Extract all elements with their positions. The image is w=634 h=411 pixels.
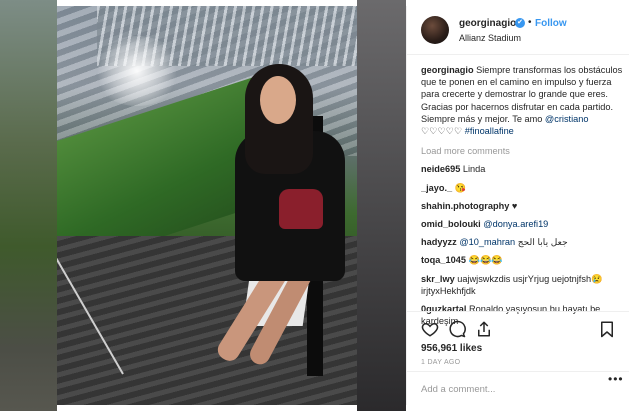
comment-text: 😘 <box>454 182 467 193</box>
bookmark-icon[interactable] <box>598 320 616 338</box>
background-blur-left <box>0 0 57 411</box>
verified-badge-icon: ✔ <box>515 18 525 28</box>
comment-username[interactable]: shahin.photography <box>421 201 509 211</box>
share-icon[interactable] <box>475 320 493 338</box>
comment-username[interactable]: omid_bolouki <box>421 219 481 229</box>
list-item: shahin.photography ♥ <box>421 200 625 212</box>
avatar[interactable] <box>421 16 449 44</box>
action-bar <box>407 311 629 341</box>
person-face <box>260 76 296 124</box>
list-item: skr_lwy uajwjswkzdis usjrYrjug uejotnjfs… <box>421 273 625 297</box>
caption-mention[interactable]: @cristiano <box>545 114 589 124</box>
comment-text: ♥ <box>511 200 518 211</box>
post-sidebar: georginagio ✔ • Follow Allianz Stadium g… <box>406 6 629 405</box>
handbag <box>279 189 323 229</box>
likes-count[interactable]: 956,961 likes <box>421 343 482 354</box>
comment-input[interactable]: Add a comment... <box>407 371 629 405</box>
comments-section: georginagio Siempre transformas los obst… <box>421 64 625 326</box>
comment-mention[interactable]: @donya.arefi19 <box>483 219 548 229</box>
load-more-comments-button[interactable]: Load more comments <box>421 145 625 157</box>
username[interactable]: georginagio <box>459 18 516 29</box>
comment-text: جعل يابا الحج <box>517 237 568 248</box>
caption-hearts: ♡♡♡♡♡ <box>421 126 463 137</box>
comment-username[interactable]: hadyyzz <box>421 237 457 247</box>
comment-icon[interactable] <box>448 320 466 338</box>
comment-username[interactable]: neide695 <box>421 164 460 174</box>
list-item: omid_bolouki @donya.arefi19 <box>421 218 625 230</box>
list-item: _jayo._ 😘 <box>421 182 625 194</box>
location-link[interactable]: Allianz Stadium <box>459 33 521 43</box>
comment-text: Linda <box>462 164 486 175</box>
list-item: neide695 Linda <box>421 163 625 175</box>
separator-dot: • <box>528 17 532 28</box>
comment-username[interactable]: toqa_1045 <box>421 255 466 265</box>
list-item: toqa_1045 😂😂😂 <box>421 254 625 266</box>
comment-username[interactable]: skr_lwy <box>421 274 455 284</box>
caption: georginagio Siempre transformas los obst… <box>421 64 625 137</box>
comment-text: 😂😂😂 <box>468 255 503 266</box>
comment-placeholder: Add a comment... <box>421 384 496 395</box>
list-item: hadyyzz @10_mahran جعل يابا الحج <box>421 236 625 248</box>
heart-icon[interactable] <box>421 320 439 338</box>
stadium-lights <box>92 36 182 106</box>
background-blur-right <box>357 0 406 411</box>
follow-button[interactable]: Follow <box>535 18 567 29</box>
comment-mention[interactable]: @10_mahran <box>459 237 515 247</box>
caption-hashtag[interactable]: #finoallafine <box>465 126 514 136</box>
post-header: georginagio ✔ • Follow Allianz Stadium <box>407 6 629 55</box>
caption-username[interactable]: georginagio <box>421 65 474 75</box>
more-options-icon[interactable]: ••• <box>608 372 624 386</box>
post-timestamp: 1 DAY AGO <box>421 359 461 366</box>
comment-username[interactable]: _jayo._ <box>421 183 452 193</box>
post-photo[interactable] <box>57 6 357 405</box>
